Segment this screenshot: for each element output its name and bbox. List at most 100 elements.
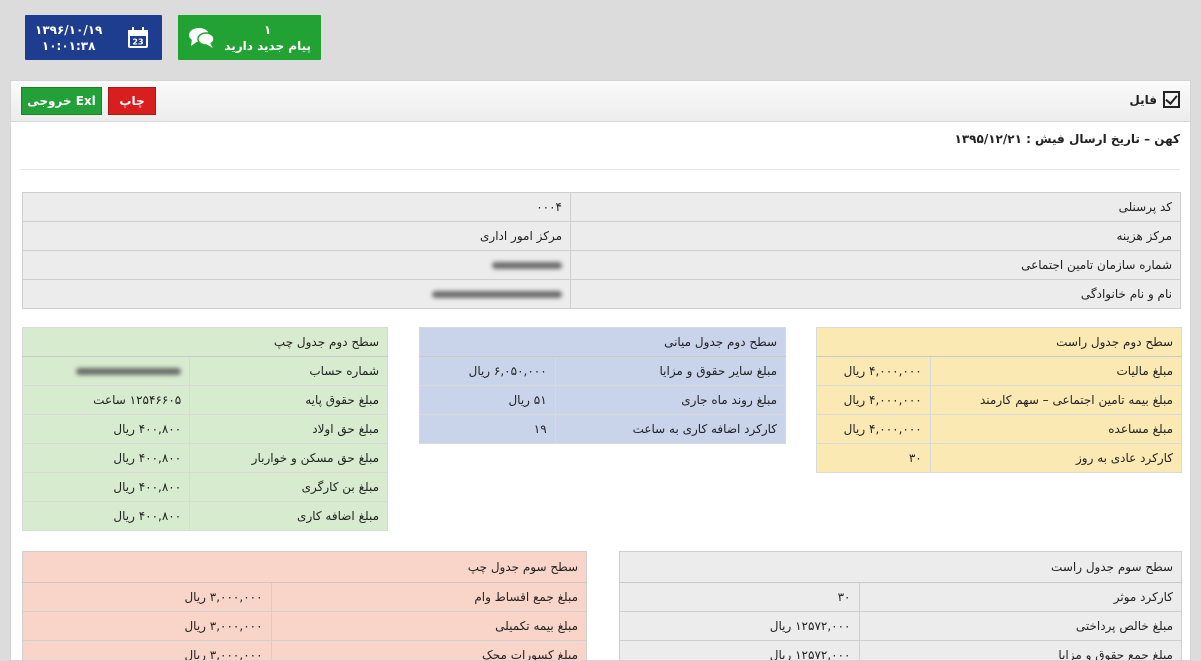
personnel-code-value: ۰۰۰۴	[22, 192, 571, 222]
chat-icon	[188, 24, 216, 52]
table-row: مبلغ خالص پرداختی ۱۲۵۷۲,۰۰۰ ریال	[619, 611, 1182, 641]
row-label: مبلغ روند ماه جاری	[554, 385, 787, 415]
row-label: مبلغ بن کارگری	[189, 472, 388, 502]
table-row: مبلغ کسورات محک ۳,۰۰۰,۰۰۰ ریال	[22, 640, 588, 660]
table-row: مبلغ جمع اقساط وام ۳,۰۰۰,۰۰۰ ریال	[22, 582, 588, 612]
row-label: کارکرد عادی به روز	[929, 443, 1183, 473]
row-value: ۱۹	[419, 414, 556, 444]
row-value: ۱۲۵۴۶۶۰۵ ساعت	[21, 385, 191, 415]
payslip-panel: فایل خروجی Exl چاپ کهن – تاریخ ارسال فیش…	[10, 80, 1191, 661]
full-name-value	[22, 279, 571, 309]
send-date-line: کهن – تاریخ ارسال فیش : ۱۳۹۵/۱۲/۲۱	[954, 132, 1180, 146]
row-label: مبلغ اضافه کاری	[189, 501, 388, 531]
table-row: مبلغ حقوق پایه ۱۲۵۴۶۶۰۵ ساعت	[21, 385, 388, 415]
row-label: مبلغ بیمه تکمیلی	[270, 611, 588, 641]
row-value: ۴۰۰,۸۰۰ ریال	[21, 501, 191, 531]
row-label: مبلغ جمع حقوق و مزایا	[858, 640, 1182, 660]
new-messages-widget[interactable]: ۱ پیام جدید دارید	[178, 15, 321, 60]
cost-center-value: مرکز امور اداری	[22, 221, 571, 251]
table-row: شماره حساب	[21, 356, 388, 386]
table-row: مبلغ جمع حقوق و مزایا ۱۲۵۷۲,۰۰۰ ریال	[619, 640, 1182, 660]
full-name-label: نام و نام خانوادگی	[570, 279, 1181, 309]
row-value: ۱۲۵۷۲,۰۰۰ ریال	[619, 611, 860, 641]
row-value: ۳,۰۰۰,۰۰۰ ریال	[22, 611, 272, 641]
date-widget: 23 ۱۳۹۶/۱۰/۱۹ ۱۰:۰۱:۳۸	[25, 15, 162, 60]
table-row: مبلغ مالیات ۴,۰۰۰,۰۰۰ ریال	[816, 356, 1183, 386]
table-row: مبلغ حق مسکن و خواربار ۴۰۰,۸۰۰ ریال	[21, 443, 388, 473]
table-row: مبلغ بیمه تکمیلی ۳,۰۰۰,۰۰۰ ریال	[22, 611, 588, 641]
row-label: مبلغ سایر حقوق و مزایا	[554, 356, 787, 386]
row-value: ۳۰	[816, 443, 931, 473]
row-label: کارکرد موثر	[858, 582, 1182, 612]
third-left-title: سطح سوم جدول چپ	[22, 551, 587, 583]
divider	[21, 169, 1180, 170]
row-label: مبلغ مساعده	[929, 414, 1183, 444]
row-value: ۴۰۰,۸۰۰ ریال	[21, 443, 191, 473]
cost-center-label: مرکز هزینه	[570, 221, 1181, 251]
message-count: ۱	[263, 22, 272, 37]
row-label: مبلغ جمع اقساط وام	[270, 582, 588, 612]
table-row: شماره سازمان تامین اجتماعی	[22, 250, 1181, 280]
row-label: مبلغ حق مسکن و خواربار	[189, 443, 388, 473]
row-value: ۴,۰۰۰,۰۰۰ ریال	[816, 414, 931, 444]
table-row: مبلغ سایر حقوق و مزایا ۶,۰۵۰,۰۰۰ ریال	[419, 356, 787, 386]
row-value: ۶,۰۵۰,۰۰۰ ریال	[419, 356, 556, 386]
table-row: مبلغ حق اولاد ۴۰۰,۸۰۰ ریال	[21, 414, 388, 444]
table-row: کارکرد عادی به روز ۳۰	[816, 443, 1183, 473]
table-row: کد پرسنلی ۰۰۰۴	[22, 192, 1181, 222]
row-label: مبلغ حقوق پایه	[189, 385, 388, 415]
table-row: کارکرد موثر ۳۰	[619, 582, 1182, 612]
excel-export-button[interactable]: خروجی Exl	[21, 87, 102, 115]
current-date: ۱۳۹۶/۱۰/۱۹	[35, 22, 103, 37]
second-middle-title: سطح دوم جدول میانی	[419, 327, 786, 357]
table-row: مبلغ اضافه کاری ۴۰۰,۸۰۰ ریال	[21, 501, 388, 531]
third-left-table: سطح سوم جدول چپ مبلغ جمع اقساط وام ۳,۰۰۰…	[22, 551, 588, 660]
row-label: مبلغ کسورات محک	[270, 640, 588, 660]
second-right-table: سطح دوم جدول راست مبلغ مالیات ۴,۰۰۰,۰۰۰ …	[816, 327, 1183, 473]
personnel-info-table: کد پرسنلی ۰۰۰۴ مرکز هزینه مرکز امور ادار…	[22, 192, 1181, 309]
row-value: ۴۰۰,۸۰۰ ریال	[21, 472, 191, 502]
checkbox-icon	[1163, 91, 1180, 108]
redacted-mark	[76, 368, 182, 375]
message-label: پیام جدید دارید	[224, 38, 311, 53]
panel-header: فایل خروجی Exl چاپ	[11, 81, 1190, 122]
calendar-day: 23	[132, 37, 143, 46]
row-value: ۴۰۰,۸۰۰ ریال	[21, 414, 191, 444]
print-button[interactable]: چاپ	[108, 87, 156, 115]
table-row: مرکز هزینه مرکز امور اداری	[22, 221, 1181, 251]
table-row: نام و نام خانوادگی	[22, 279, 1181, 309]
redacted-mark	[492, 262, 562, 269]
redacted-mark	[432, 291, 562, 298]
table-row: مبلغ بن کارگری ۴۰۰,۸۰۰ ریال	[21, 472, 388, 502]
third-right-title: سطح سوم جدول راست	[619, 551, 1182, 583]
row-label: مبلغ حق اولاد	[189, 414, 388, 444]
row-value: ۵۱ ریال	[419, 385, 556, 415]
panel-title: فایل	[1129, 91, 1180, 108]
row-label: کارکرد اضافه کاری به ساعت	[554, 414, 787, 444]
row-value: ۴,۰۰۰,۰۰۰ ریال	[816, 356, 931, 386]
row-value: ۳۰	[619, 582, 860, 612]
row-value: ۱۲۵۷۲,۰۰۰ ریال	[619, 640, 860, 660]
row-label: مبلغ بیمه تامین اجتماعی – سهم کارمند	[929, 385, 1183, 415]
row-value	[21, 356, 191, 386]
row-value: ۳,۰۰۰,۰۰۰ ریال	[22, 582, 272, 612]
row-label: مبلغ خالص پرداختی	[858, 611, 1182, 641]
current-time: ۱۰:۰۱:۳۸	[41, 38, 96, 53]
table-row: کارکرد اضافه کاری به ساعت ۱۹	[419, 414, 787, 444]
panel-title-label: فایل	[1129, 92, 1157, 107]
row-value: ۴,۰۰۰,۰۰۰ ریال	[816, 385, 931, 415]
second-right-title: سطح دوم جدول راست	[816, 327, 1182, 357]
second-middle-table: سطح دوم جدول میانی مبلغ سایر حقوق و مزای…	[419, 327, 787, 444]
personnel-code-label: کد پرسنلی	[570, 192, 1181, 222]
second-left-table: سطح دوم جدول چپ شماره حساب مبلغ حقوق پای…	[21, 327, 388, 531]
insurance-number-value	[22, 250, 571, 280]
table-row: مبلغ مساعده ۴,۰۰۰,۰۰۰ ریال	[816, 414, 1183, 444]
calendar-icon: 23	[124, 24, 152, 52]
row-label: مبلغ مالیات	[929, 356, 1183, 386]
table-row: مبلغ بیمه تامین اجتماعی – سهم کارمند ۴,۰…	[816, 385, 1183, 415]
table-row: مبلغ روند ماه جاری ۵۱ ریال	[419, 385, 787, 415]
third-right-table: سطح سوم جدول راست کارکرد موثر ۳۰ مبلغ خا…	[619, 551, 1182, 660]
second-left-title: سطح دوم جدول چپ	[22, 327, 388, 357]
row-value: ۳,۰۰۰,۰۰۰ ریال	[22, 640, 272, 660]
row-label: شماره حساب	[189, 356, 388, 386]
